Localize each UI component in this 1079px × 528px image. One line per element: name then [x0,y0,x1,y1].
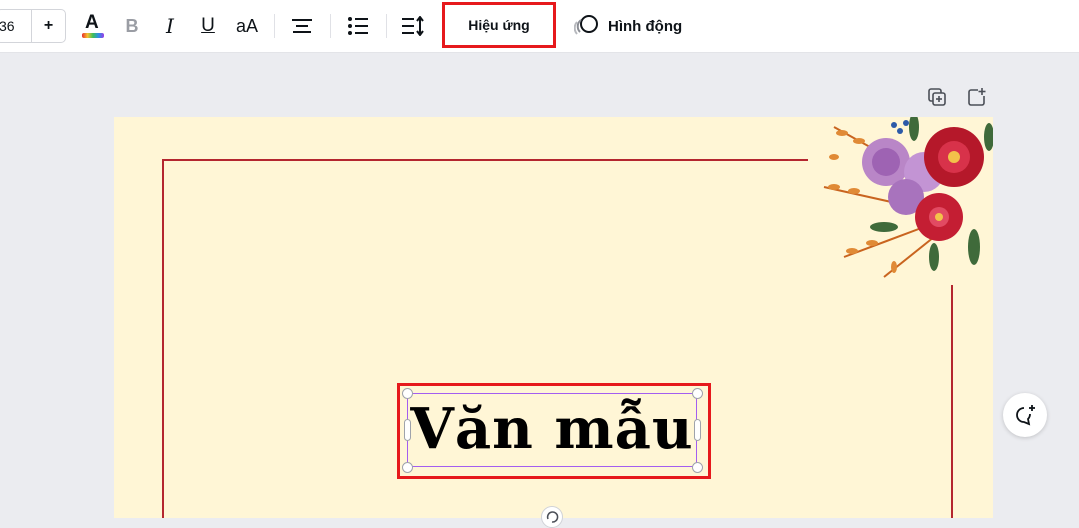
resize-handle-right[interactable] [694,419,701,441]
design-page[interactable]: Văn mẫu [114,117,993,518]
flower-decoration[interactable] [814,117,993,282]
frame-border-left [162,159,164,518]
frame-border-right [951,285,953,518]
letter-case-icon: aA [235,15,259,36]
add-comment-button[interactable] [1003,393,1047,437]
font-size-input[interactable]: 36 [0,10,33,42]
comment-plus-icon [1016,405,1035,426]
text-toolbar: 36 + A B I U aA Hiệu ứng Hình động [0,0,1079,53]
text-color-button[interactable]: A [78,0,108,52]
rotate-icon [546,511,559,523]
duplicate-page-button[interactable] [926,86,948,108]
rainbow-bar [82,33,104,38]
toolbar-divider [330,14,331,38]
bullet-list-icon [348,17,368,35]
add-page-button[interactable] [966,86,988,108]
text-color-icon: A [81,12,105,40]
animate-label: Hình động [608,17,683,35]
title-text[interactable]: Văn mẫu [407,389,697,469]
increase-font-size-button[interactable]: + [32,10,65,42]
rotate-handle[interactable] [541,506,563,528]
font-size-control: 36 + [0,9,66,43]
text-color-letter: A [85,12,99,33]
bold-button[interactable]: B [118,0,146,52]
align-center-button[interactable] [288,0,316,52]
underline-button[interactable]: U [194,0,222,52]
line-spacing-icon [402,16,424,36]
toolbar-divider [274,14,275,38]
frame-border-top [162,159,808,161]
underline-icon: U [201,15,215,36]
resize-handle-top-left[interactable] [402,388,413,399]
italic-button[interactable]: I [156,0,184,52]
resize-handle-bottom-left[interactable] [402,462,413,473]
resize-handle-left[interactable] [404,419,411,441]
resize-handle-top-right[interactable] [692,388,703,399]
animate-icon [574,15,598,35]
bullet-list-button[interactable] [344,0,372,52]
effects-button[interactable]: Hiệu ứng [442,2,556,48]
add-page-icon [968,88,986,106]
toolbar-divider [386,14,387,38]
effects-label: Hiệu ứng [468,17,530,33]
duplicate-page-icon [928,88,946,106]
animate-button[interactable]: Hình động [574,12,682,40]
letter-case-button[interactable]: aA [230,0,264,52]
spacing-button[interactable] [398,0,428,52]
resize-handle-bottom-right[interactable] [692,462,703,473]
italic-icon: I [166,14,174,38]
bold-icon: B [125,15,139,36]
align-center-icon [292,19,312,33]
